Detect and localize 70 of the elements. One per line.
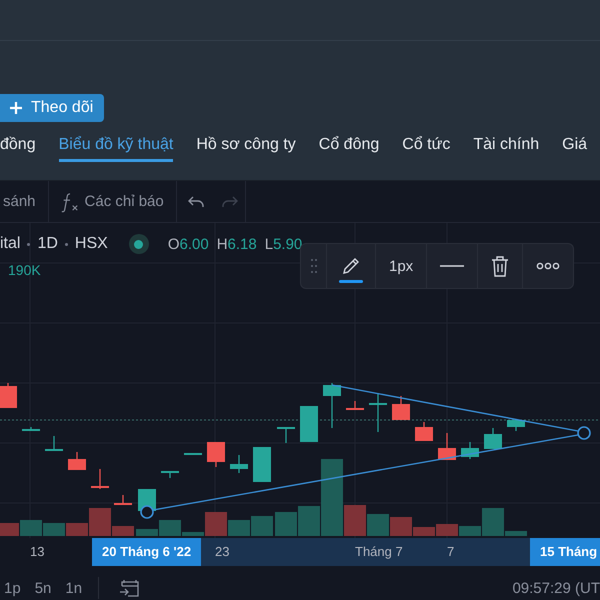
volume-bar (0, 523, 19, 536)
tab[interactable]: đồng (0, 136, 36, 162)
trash-icon[interactable] (491, 255, 510, 277)
exchange-label: HSX (74, 235, 108, 253)
volume-bar (20, 520, 42, 536)
time-axis-label: Tháng 7 (355, 543, 403, 561)
candlestick (45, 436, 63, 451)
symbol-label: ital (0, 235, 20, 253)
candlestick (161, 471, 179, 478)
anchor-handle[interactable] (577, 426, 591, 440)
candlestick (507, 420, 525, 431)
candlestick (230, 455, 248, 473)
line-style-icon[interactable] (440, 264, 464, 268)
calendar-arrow-icon[interactable] (119, 578, 142, 598)
follow-button[interactable]: Theo dõi (0, 94, 104, 122)
candlestick (91, 469, 109, 489)
candlestick (22, 427, 40, 431)
candlestick (415, 422, 433, 441)
candlestick (184, 453, 202, 455)
tab[interactable]: Hồ sơ công ty (196, 136, 296, 162)
candlestick (461, 442, 479, 459)
time-axis-label: 20 Tháng 6 '22 (92, 538, 202, 566)
candlestick (438, 433, 456, 460)
trend-line[interactable] (332, 384, 578, 432)
anchor-handle[interactable] (140, 505, 154, 519)
candlestick (369, 393, 387, 432)
candlestick (207, 442, 225, 467)
interval-label: 1D (37, 235, 58, 253)
candlestick (68, 452, 86, 470)
candlestick (484, 428, 502, 449)
tab[interactable]: Cổ đông (318, 136, 380, 162)
ohlc-value: L5.90 (264, 236, 302, 252)
tab[interactable]: Giá (562, 136, 588, 162)
candlestick (323, 383, 341, 428)
trend-line[interactable] (152, 434, 578, 511)
function-icon (60, 190, 79, 212)
volume-bar (251, 516, 273, 536)
plus-icon (9, 101, 23, 115)
tab[interactable]: Cổ tức (402, 136, 450, 162)
candlestick (277, 427, 295, 443)
volume-bar (275, 512, 297, 536)
interval-button[interactable]: 1n (65, 580, 82, 596)
candlestick (346, 401, 364, 410)
candlestick (300, 406, 318, 442)
indicators-button[interactable]: Các chỉ báo (48, 190, 176, 212)
ohlc-value: H6.18 (216, 236, 257, 252)
time-axis-label: 7 (447, 543, 454, 561)
candlestick (392, 396, 410, 420)
interval-button[interactable]: 5n (34, 580, 52, 596)
candlestick (0, 383, 17, 408)
interval-button[interactable]: 1p (4, 580, 21, 596)
drag-handle-icon[interactable] (310, 258, 318, 274)
clock-label: 09:57:29 (UT (512, 580, 600, 596)
volume-value: 190K (8, 262, 41, 278)
time-axis-label: 15 Tháng (530, 538, 600, 566)
line-width-button[interactable]: 1px (376, 258, 426, 274)
time-axis-label: 13 (30, 543, 44, 561)
tab[interactable]: Biểu đồ kỹ thuật (58, 136, 174, 162)
volume-bar (367, 514, 389, 536)
candlestick (114, 495, 132, 505)
more-icon[interactable] (536, 262, 560, 270)
time-axis-label: 23 (215, 543, 230, 561)
compare-button[interactable]: sánh (0, 193, 48, 210)
undo-icon[interactable] (186, 194, 205, 208)
pencil-icon (341, 256, 361, 276)
candlestick (253, 447, 271, 482)
volume-bar (43, 523, 65, 536)
volume-bar (436, 524, 458, 536)
ohlc-value: O6.00 (168, 236, 209, 252)
tab[interactable]: Tài chính (473, 136, 540, 162)
